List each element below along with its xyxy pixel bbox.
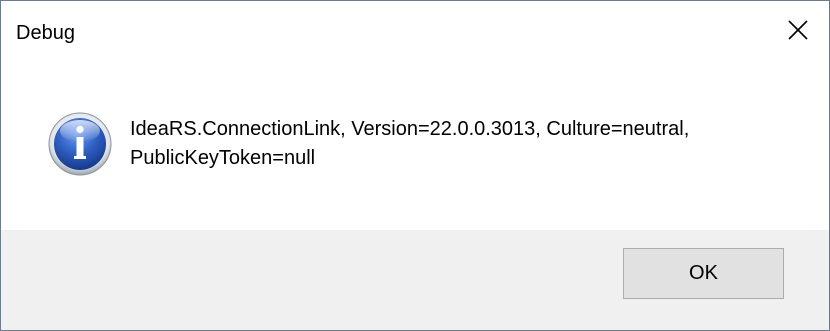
- ok-button[interactable]: OK: [623, 248, 784, 299]
- dialog-window: Debug IdeaRS.ConnectionLink, Version=22.…: [0, 0, 830, 331]
- message-line-1: IdeaRS.ConnectionLink, Version=22.0.0.30…: [130, 118, 690, 140]
- message-line-2: PublicKeyToken=null: [130, 147, 316, 169]
- close-button[interactable]: [767, 1, 829, 59]
- title-bar[interactable]: Debug: [1, 1, 829, 63]
- dialog-content: IdeaRS.ConnectionLink, Version=22.0.0.30…: [1, 63, 829, 230]
- close-icon: [788, 20, 808, 40]
- dialog-message: IdeaRS.ConnectionLink, Version=22.0.0.30…: [130, 115, 810, 173]
- info-icon: [48, 112, 112, 176]
- dialog-footer: OK: [1, 230, 829, 330]
- dialog-title: Debug: [16, 22, 75, 44]
